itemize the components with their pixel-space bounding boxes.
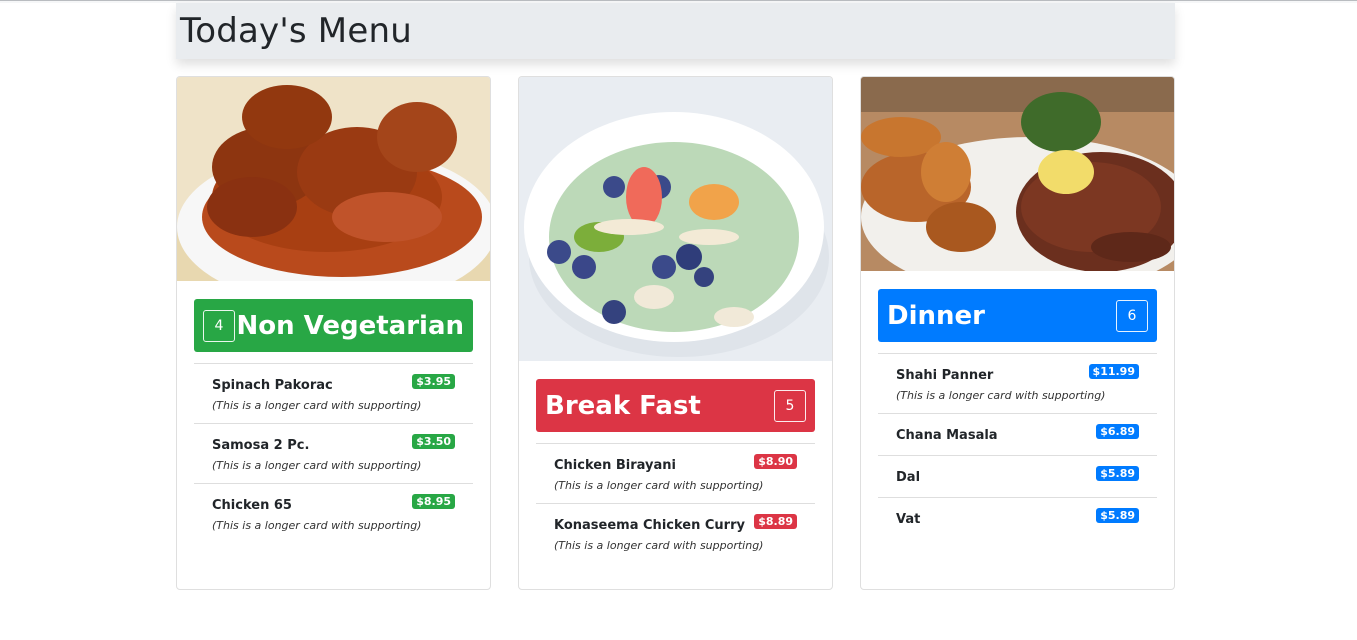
price-badge: $5.89 — [1096, 466, 1139, 481]
list-item[interactable]: Konaseema Chicken Curry (This is a longe… — [536, 503, 815, 563]
price-badge: $6.89 — [1096, 424, 1139, 439]
list-item[interactable]: Dal $5.89 — [878, 455, 1157, 497]
price-badge: $3.95 — [412, 374, 455, 389]
category-title: Break Fast — [545, 390, 701, 421]
menu-list: Spinach Pakorac (This is a longer card w… — [194, 363, 473, 543]
list-item[interactable]: Chicken 65 (This is a longer card with s… — [194, 483, 473, 543]
smoothie-bowl-image — [519, 77, 832, 361]
category-title: Dinner — [887, 300, 985, 331]
price-badge: $5.89 — [1096, 508, 1139, 523]
list-item[interactable]: Chicken Birayani (This is a longer card … — [536, 443, 815, 503]
price-badge: $8.89 — [754, 514, 797, 529]
item-description: (This is a longer card with supporting) — [896, 389, 1106, 402]
item-count-badge: 5 — [774, 389, 806, 422]
price-badge: $8.95 — [412, 494, 455, 509]
list-item[interactable]: Samosa 2 Pc. (This is a longer card with… — [194, 423, 473, 483]
list-item[interactable]: Chana Masala $6.89 — [878, 413, 1157, 455]
item-description: (This is a longer card with supporting) — [212, 399, 422, 412]
item-description: (This is a longer card with supporting) — [212, 459, 422, 472]
list-item[interactable]: Shahi Panner (This is a longer card with… — [878, 353, 1157, 413]
category-header-dinner: Dinner 6 — [878, 289, 1157, 342]
item-description: (This is a longer card with supporting) — [212, 519, 422, 532]
menu-card-non-vegetarian: 4 Non Vegetarian Spinach Pakorac (This i… — [176, 76, 491, 590]
item-count-badge: 4 — [203, 309, 235, 342]
menu-list: Shahi Panner (This is a longer card with… — [878, 353, 1157, 539]
list-item[interactable]: Vat $5.89 — [878, 497, 1157, 539]
price-badge: $8.90 — [754, 454, 797, 469]
item-description: (This is a longer card with supporting) — [554, 479, 764, 492]
menu-card-break-fast: Break Fast 5 Chicken Birayani (This is a… — [518, 76, 833, 590]
item-description: (This is a longer card with supporting) — [554, 539, 764, 552]
list-item[interactable]: Spinach Pakorac (This is a longer card w… — [194, 363, 473, 423]
steak-potatoes-image — [861, 77, 1174, 271]
page-header: Today's Menu — [176, 3, 1175, 59]
price-badge: $11.99 — [1088, 364, 1139, 379]
price-badge: $3.50 — [412, 434, 455, 449]
menu-list: Chicken Birayani (This is a longer card … — [536, 443, 815, 563]
chicken-curry-image — [177, 77, 490, 281]
menu-card-dinner: Dinner 6 Shahi Panner (This is a longer … — [860, 76, 1175, 590]
category-header-non-vegetarian: 4 Non Vegetarian — [194, 299, 473, 352]
page-title: Today's Menu — [180, 11, 412, 51]
item-count-badge: 6 — [1116, 299, 1148, 332]
category-header-break-fast: Break Fast 5 — [536, 379, 815, 432]
category-title: Non Vegetarian — [236, 310, 464, 341]
